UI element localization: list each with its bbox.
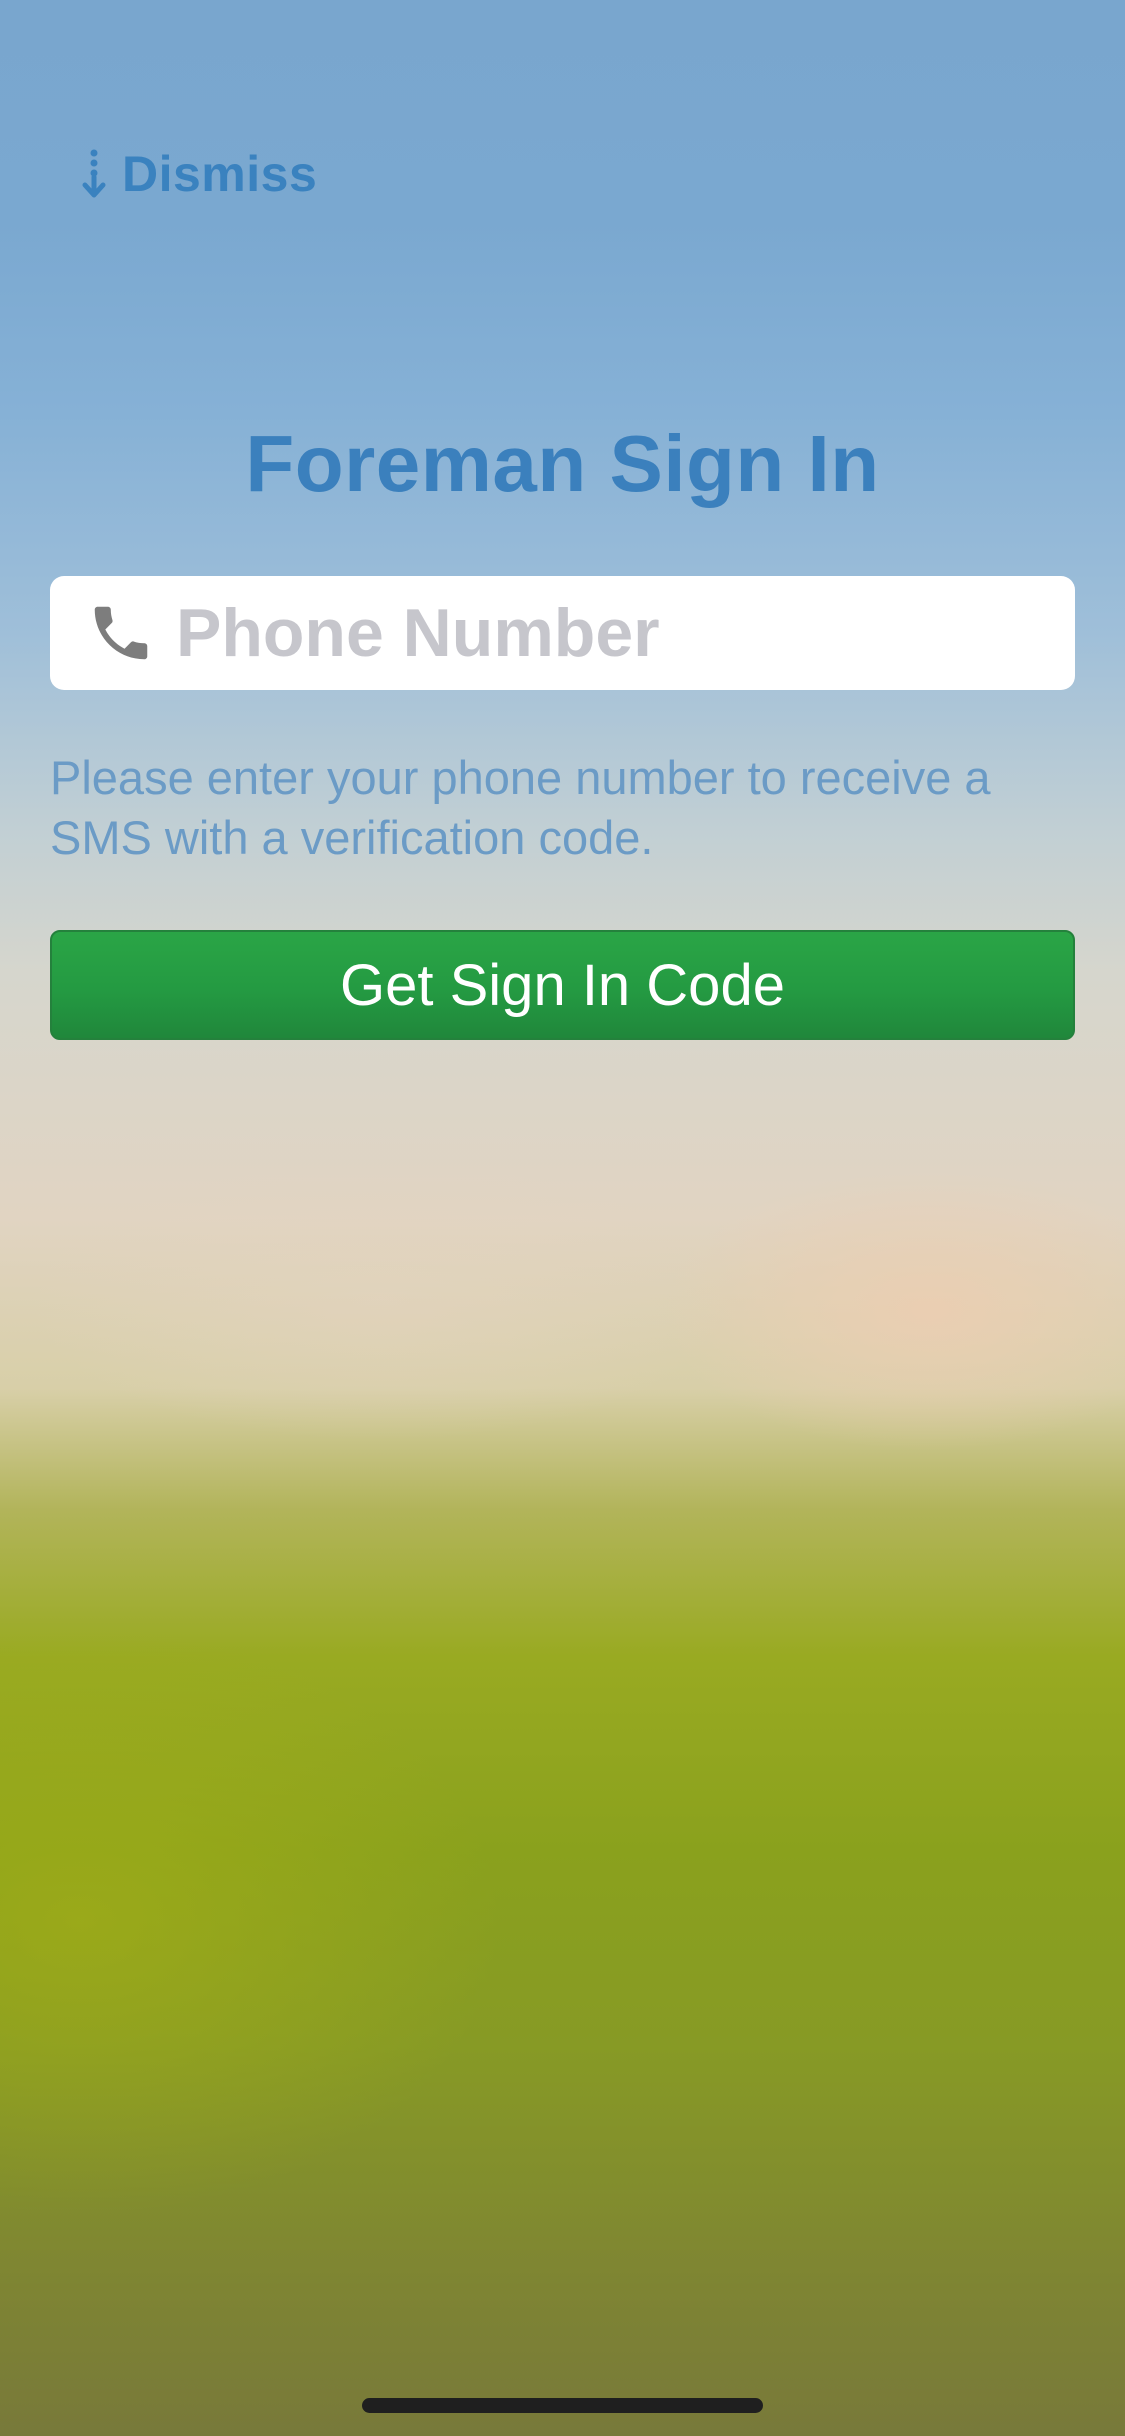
phone-icon [86,598,156,668]
get-sign-in-code-button[interactable]: Get Sign In Code [50,930,1075,1040]
home-indicator[interactable] [362,2398,763,2413]
phone-number-input[interactable] [176,583,1056,683]
help-text: Please enter your phone number to receiv… [50,751,991,864]
dotted-arrow-down-icon [80,147,108,201]
dismiss-button[interactable]: Dismiss [80,142,317,206]
phone-number-field[interactable] [50,576,1075,690]
dismiss-label: Dismiss [122,146,318,202]
page-title: Foreman Sign In [245,419,880,508]
